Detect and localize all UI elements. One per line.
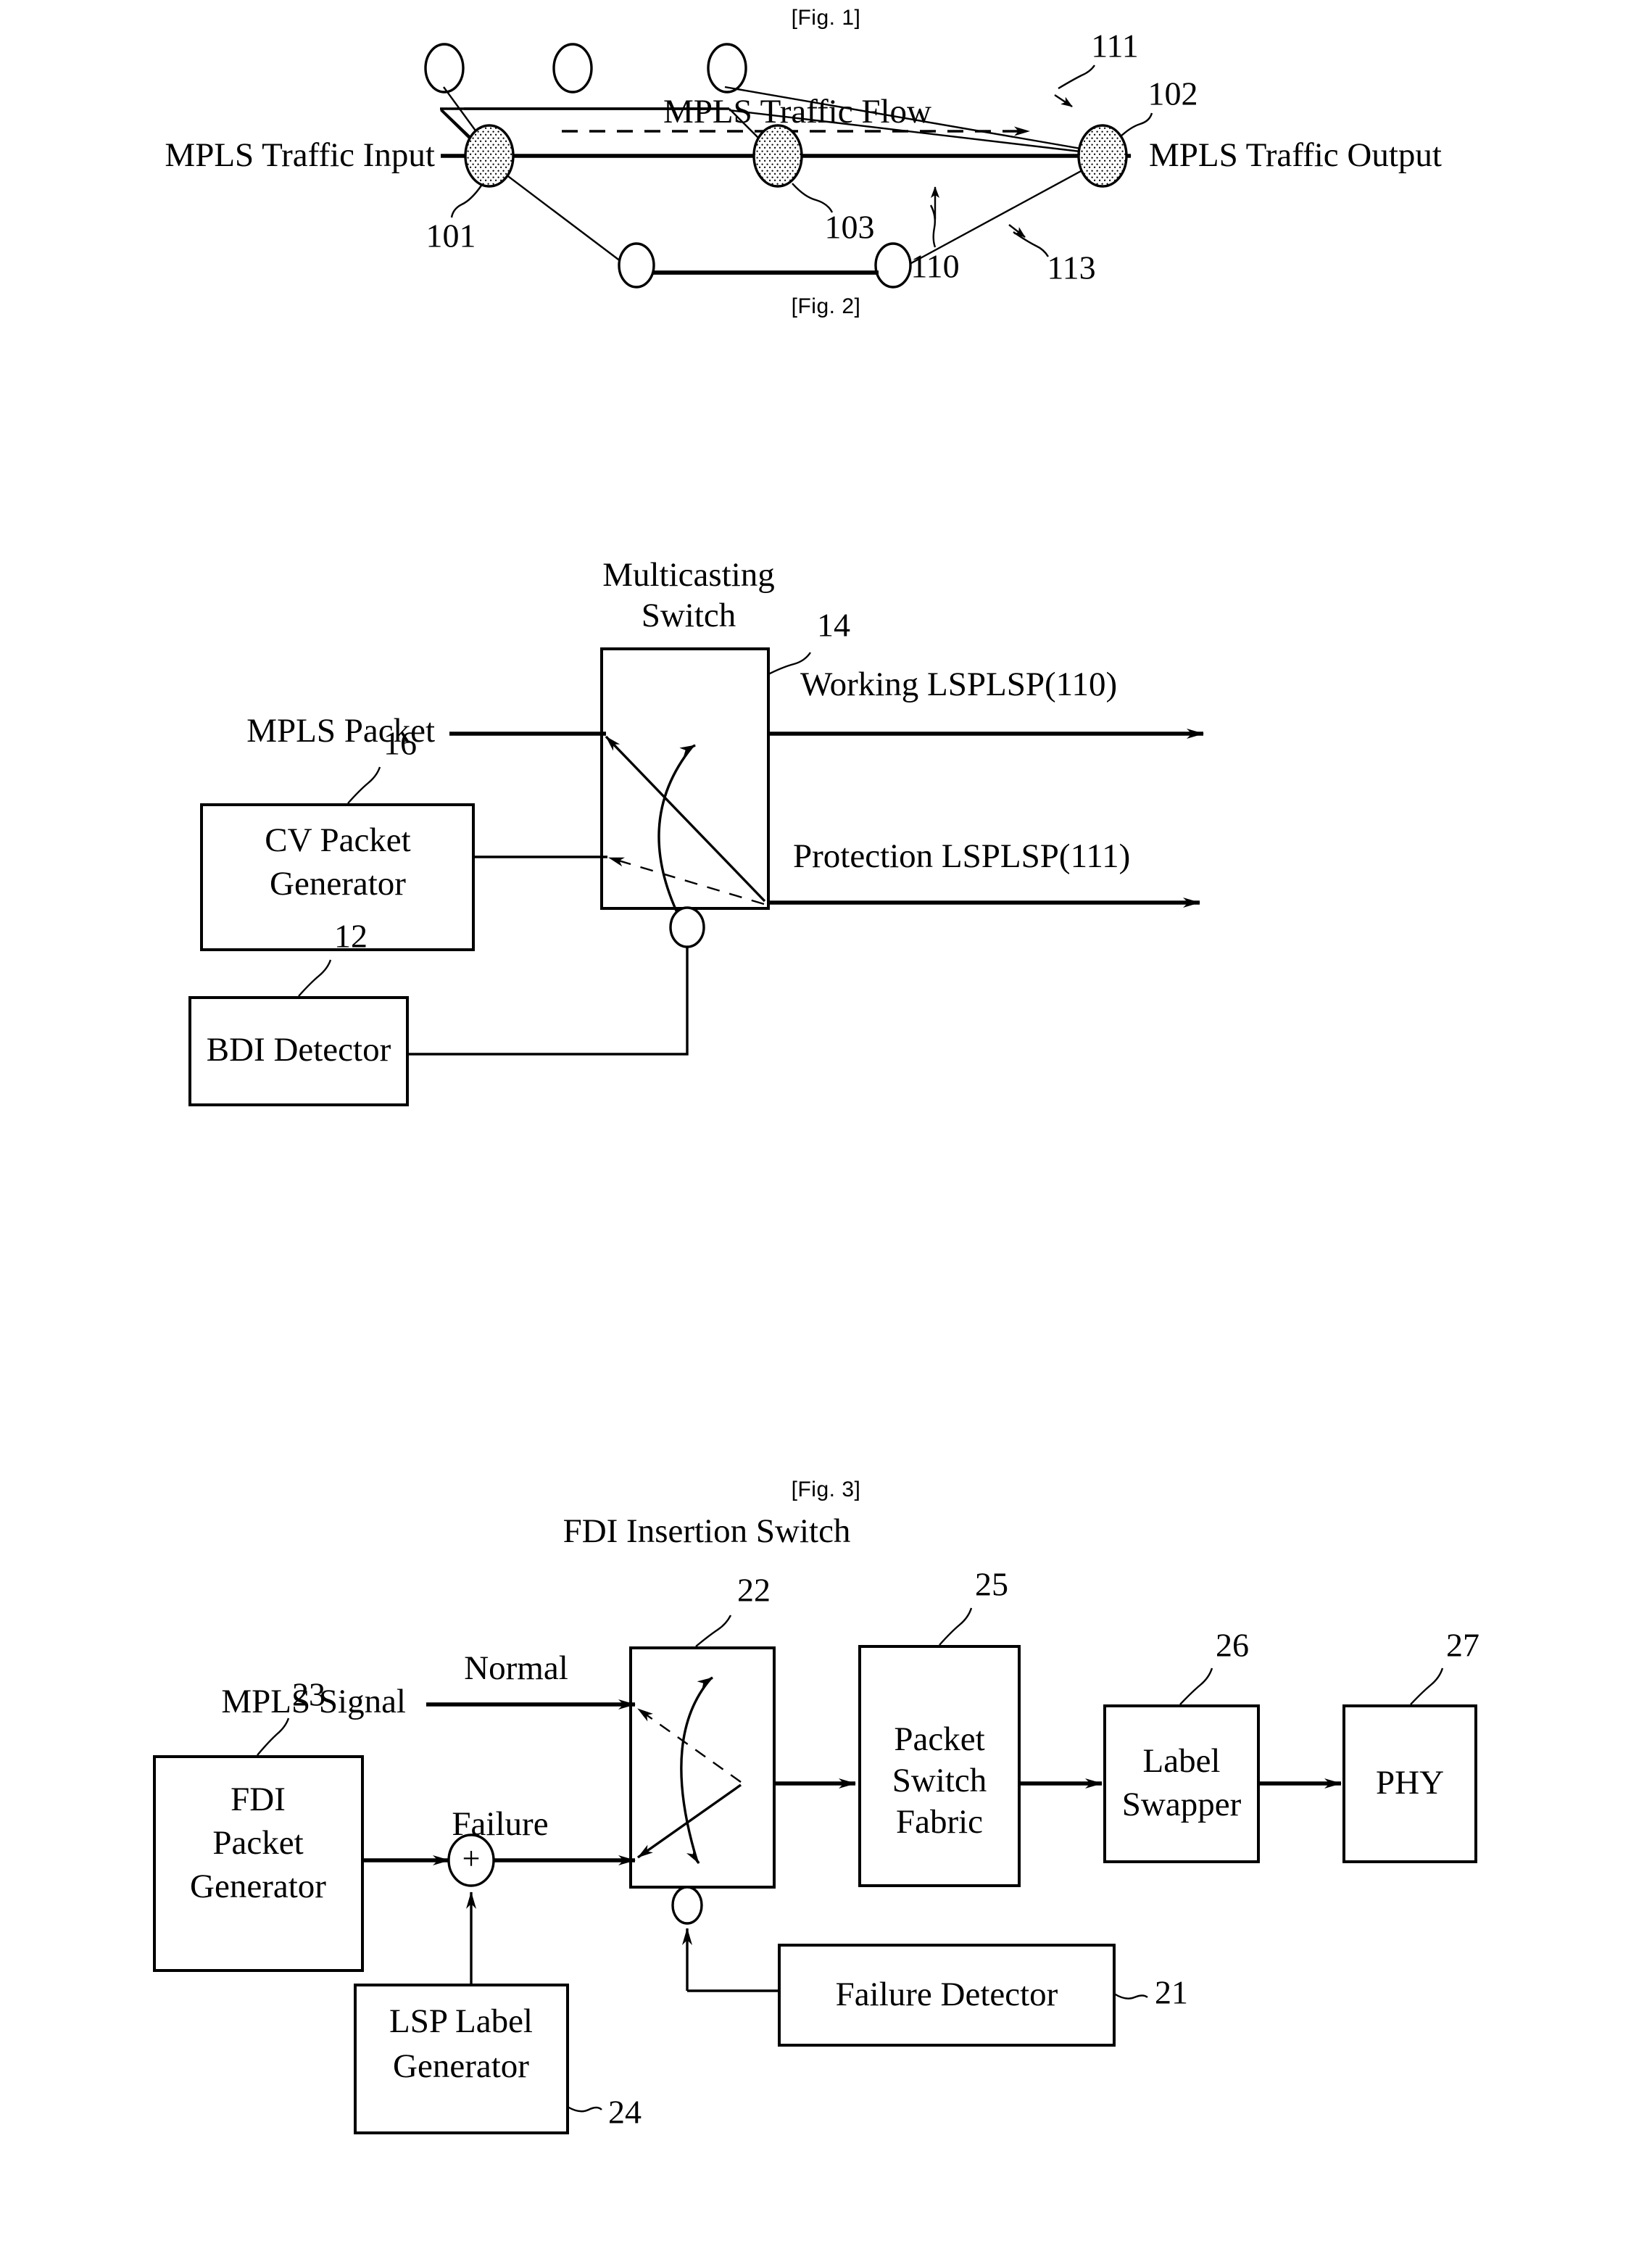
packet-switch-fabric-line2: Switch xyxy=(892,1762,987,1799)
ref-24: 24 xyxy=(608,2094,642,2131)
multicasting-switch-box[interactable] xyxy=(600,647,770,910)
bdi-detector-label: BDI Detector xyxy=(207,1031,391,1069)
label-swapper-line1: Label xyxy=(1143,1742,1221,1780)
fdi-switch-control-port xyxy=(671,1886,703,1925)
multicasting-switch-title-line1: Multicasting xyxy=(602,556,775,594)
figure-3-caption: [Fig. 3] xyxy=(791,1478,861,1501)
fdi-packet-generator-line1: FDI xyxy=(231,1781,286,1818)
phy-label: PHY xyxy=(1376,1764,1444,1802)
ref-102: 102 xyxy=(1148,75,1198,112)
node-top-2 xyxy=(552,43,593,94)
fdi-insertion-switch-box[interactable] xyxy=(629,1646,776,1889)
label-mpls-traffic-input: MPLS Traffic Input xyxy=(165,136,435,174)
ref-27: 27 xyxy=(1446,1627,1479,1664)
label-mpls-traffic-flow: MPLS Traffic Flow xyxy=(663,93,931,130)
ref-26: 26 xyxy=(1216,1627,1249,1664)
ref-110: 110 xyxy=(910,248,959,285)
lsp-label-generator-line1: LSP Label xyxy=(389,2002,533,2040)
ref-21: 21 xyxy=(1155,1974,1188,2011)
fdi-insertion-switch-title: FDI Insertion Switch xyxy=(563,1512,851,1550)
node-top-3 xyxy=(707,43,747,94)
cv-packet-generator-label-line2: Generator xyxy=(270,865,406,903)
figure-1-diagram: MPLS Traffic Input MPLS Traffic Output M… xyxy=(165,28,1442,289)
label-protection-lsp: Protection LSPLSP(111) xyxy=(793,837,1130,875)
node-intermediate-103 xyxy=(752,124,803,188)
node-ingress-101 xyxy=(464,124,515,188)
label-swapper-box[interactable] xyxy=(1103,1704,1260,1863)
ref-12: 12 xyxy=(334,918,368,955)
figure-2-diagram: Multicasting Switch 14 MPLS Packet Worki… xyxy=(188,556,1204,1106)
figure-2-caption: [Fig. 2] xyxy=(791,294,861,318)
ref-103: 103 xyxy=(825,209,875,246)
cv-packet-generator-label-line1: CV Packet xyxy=(265,821,410,859)
ref-22: 22 xyxy=(737,1572,771,1609)
node-egress-102 xyxy=(1077,124,1128,188)
summing-junction-symbol: + xyxy=(462,1841,481,1876)
node-top-1 xyxy=(424,43,465,94)
label-normal: Normal xyxy=(464,1649,568,1687)
ref-23: 23 xyxy=(292,1676,325,1713)
ref-101: 101 xyxy=(426,217,476,254)
switch-control-port xyxy=(669,906,705,948)
fdi-packet-generator-line3: Generator xyxy=(190,1868,326,1905)
ref-14: 14 xyxy=(817,607,850,644)
label-mpls-traffic-output: MPLS Traffic Output xyxy=(1149,136,1442,174)
label-working-lsp: Working LSPLSP(110) xyxy=(800,666,1117,703)
multicasting-switch-title-line2: Switch xyxy=(642,597,736,634)
ref-16: 16 xyxy=(383,725,417,762)
failure-detector-label: Failure Detector xyxy=(836,1976,1058,2013)
figure-3-diagram: FDI Insertion Switch 22 MPLS Signal Norm… xyxy=(153,1512,1479,2134)
fdi-packet-generator-line2: Packet xyxy=(212,1824,303,1862)
ref-113: 113 xyxy=(1047,249,1095,286)
lsp-label-generator-line2: Generator xyxy=(393,2047,529,2085)
node-bottom-2 xyxy=(874,242,912,289)
ref-25: 25 xyxy=(975,1566,1008,1603)
packet-switch-fabric-line1: Packet xyxy=(894,1720,984,1758)
label-swapper-line2: Swapper xyxy=(1122,1786,1242,1823)
packet-switch-fabric-line3: Fabric xyxy=(896,1803,983,1841)
ref-111: 111 xyxy=(1091,28,1139,65)
node-bottom-1 xyxy=(618,242,655,289)
